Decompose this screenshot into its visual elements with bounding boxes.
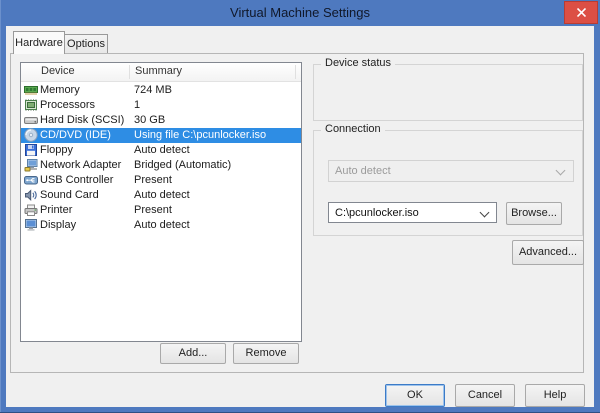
device-status-title: Device status: [321, 57, 395, 69]
table-row[interactable]: USB Controller Present: [21, 173, 301, 188]
column-header-summary[interactable]: Summary: [135, 65, 182, 77]
table-row[interactable]: Processors 1: [21, 98, 301, 113]
iso-image-combobox[interactable]: C:\pcunlocker.iso: [328, 202, 497, 223]
iso-image-value: C:\pcunlocker.iso: [335, 207, 419, 219]
table-row[interactable]: Hard Disk (SCSI) 30 GB: [21, 113, 301, 128]
table-row[interactable]: Floppy Auto detect: [21, 143, 301, 158]
cd-dvd-icon: [24, 128, 38, 142]
hard-disk-icon: [24, 113, 38, 127]
device-name: Floppy: [40, 143, 73, 158]
memory-icon: [24, 83, 38, 97]
title-bar: Virtual Machine Settings: [0, 0, 600, 26]
table-row[interactable]: Network Adapter Bridged (Automatic): [21, 158, 301, 173]
device-summary: 30 GB: [134, 113, 165, 128]
device-summary: 724 MB: [134, 83, 172, 98]
chevron-down-icon: [556, 166, 566, 176]
browse-button[interactable]: Browse...: [506, 202, 562, 225]
table-row[interactable]: Display Auto detect: [21, 218, 301, 233]
help-button[interactable]: Help: [525, 384, 585, 407]
dialog-title: Virtual Machine Settings: [230, 5, 370, 20]
physical-drive-dropdown-value: Auto detect: [335, 165, 391, 177]
device-name: Hard Disk (SCSI): [40, 113, 124, 128]
table-row-selected[interactable]: CD/DVD (IDE) Using file C:\pcunlocker.is…: [21, 128, 301, 143]
ok-button[interactable]: OK: [385, 384, 445, 407]
table-row[interactable]: Sound Card Auto detect: [21, 188, 301, 203]
device-summary: Auto detect: [134, 143, 190, 158]
device-list: Device Summary Memory 724 MB Processors …: [20, 62, 302, 342]
physical-drive-dropdown[interactable]: Auto detect: [328, 160, 574, 182]
printer-icon: [24, 203, 38, 217]
chevron-down-icon: [480, 208, 490, 218]
device-summary: Auto detect: [134, 188, 190, 203]
cancel-button[interactable]: Cancel: [455, 384, 515, 407]
add-button[interactable]: Add...: [160, 343, 226, 364]
device-summary: Using file C:\pcunlocker.iso: [134, 128, 266, 143]
close-button[interactable]: [564, 1, 598, 24]
close-icon: [577, 8, 586, 17]
network-adapter-icon: [24, 158, 38, 172]
device-name: Processors: [40, 98, 95, 113]
sound-card-icon: [24, 188, 38, 202]
column-divider[interactable]: [295, 65, 296, 79]
advanced-button[interactable]: Advanced...: [512, 240, 584, 265]
device-name: USB Controller: [40, 173, 113, 188]
column-divider[interactable]: [129, 65, 130, 79]
processor-icon: [24, 98, 38, 112]
tab-options[interactable]: Options: [64, 34, 108, 54]
device-summary: Auto detect: [134, 218, 190, 233]
display-icon: [24, 218, 38, 232]
table-row[interactable]: Printer Present: [21, 203, 301, 218]
usb-icon: [24, 173, 38, 187]
device-status-group: Device status: [313, 64, 583, 121]
device-name: Memory: [40, 83, 80, 98]
virtual-machine-settings-dialog: Virtual Machine Settings Hardware Option…: [0, 0, 600, 413]
column-header-device[interactable]: Device: [41, 65, 75, 77]
device-summary: 1: [134, 98, 140, 113]
remove-button[interactable]: Remove: [233, 343, 299, 364]
device-summary: Present: [134, 203, 172, 218]
device-rows: Memory 724 MB Processors 1 Hard Disk (SC…: [21, 83, 301, 233]
device-summary: Bridged (Automatic): [134, 158, 231, 173]
device-name: Sound Card: [40, 188, 99, 203]
device-summary: Present: [134, 173, 172, 188]
device-name: Network Adapter: [40, 158, 121, 173]
device-name: CD/DVD (IDE): [40, 128, 111, 143]
device-list-header: Device Summary: [21, 63, 301, 82]
device-name: Printer: [40, 203, 72, 218]
connection-title: Connection: [321, 123, 385, 135]
device-name: Display: [40, 218, 76, 233]
tab-hardware[interactable]: Hardware: [13, 31, 65, 54]
table-row[interactable]: Memory 724 MB: [21, 83, 301, 98]
floppy-icon: [24, 143, 38, 157]
